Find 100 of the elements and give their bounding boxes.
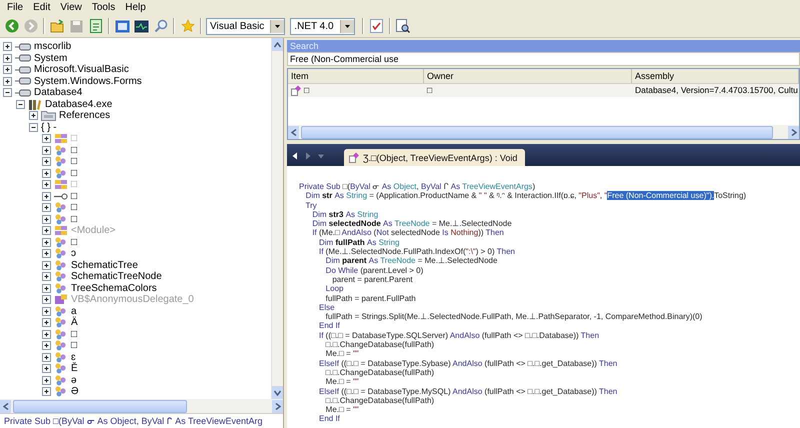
expander-icon[interactable] [29,111,38,120]
class-icon [54,260,68,271]
tree-item-label[interactable]: ɔ [71,248,76,260]
expander-icon[interactable] [42,157,51,166]
expander-icon[interactable] [3,54,12,63]
tree-item-label[interactable]: Ä [71,317,78,328]
code-line: Dim fullPath As String [318,238,400,248]
tree-item-label[interactable]: Database4 [34,87,82,98]
tree-item-label[interactable]: TreeSchemaColors [71,282,157,294]
tree-item-label[interactable]: □ [71,340,78,352]
class-icon [54,328,68,340]
expander-icon[interactable] [42,364,51,374]
code-line: □.□.ChangeDatabase(fullPath) [324,368,434,378]
expander-icon[interactable] [42,260,51,270]
code-line: If ((□.□ = DatabaseType.SQLServer) AndAlso (fullPath <> □.□.Database)) Then [318,330,600,340]
caret-icon [340,20,354,32]
expander-icon[interactable] [29,122,38,132]
vertical-scrollbar[interactable] [271,38,283,399]
class-icon [54,202,68,214]
dropdown[interactable]: .NET 4.0 [290,18,355,34]
books-icon [28,98,42,110]
tree-item-label[interactable]: □ [71,202,78,214]
column-header[interactable]: Assembly [632,69,799,84]
component-icon [15,88,31,97]
expander-icon[interactable] [3,88,12,98]
tree-item-label[interactable]: ə [71,374,77,386]
toolbar-button[interactable] [368,17,385,35]
tree-item-label[interactable]: □ [71,236,78,248]
tree-item-label[interactable]: SchematicTree [71,260,138,271]
menu-item[interactable]: View [55,2,87,13]
scroll-right-icon[interactable] [790,128,796,136]
delegate-icon [54,294,68,306]
tree-item-label[interactable]: □ [71,214,78,225]
expander-icon[interactable] [42,330,51,339]
tree-item-label[interactable]: References [59,110,110,122]
tree-item-label[interactable]: Microsoft.VisualBasic [34,64,129,76]
expander-icon[interactable] [42,146,51,155]
expander-icon[interactable] [42,341,51,350]
expander-icon[interactable] [16,100,25,109]
forward-arrow-icon [304,152,312,160]
menu-item[interactable]: Edit [28,2,56,13]
scroll-left-icon[interactable] [2,402,8,410]
tree-item-label[interactable]: □ [71,328,78,340]
expander-icon[interactable] [42,168,51,178]
tree-item-label[interactable]: □ [71,156,78,168]
component-icon [15,77,31,86]
expander-icon[interactable] [3,76,12,86]
expander-icon[interactable] [3,65,12,74]
tree-item-label[interactable]: SchematicTreeNode [71,271,162,282]
code-line: parent = parent.Parent [331,274,414,284]
code-line: □.□.ChangeDatabase(fullPath) [324,340,436,350]
expander-icon[interactable] [42,295,51,304]
expander-icon[interactable] [42,134,51,144]
scroll-up-icon[interactable] [274,42,281,48]
expander-icon[interactable] [42,203,51,212]
tree-item-label[interactable]: Ə [71,386,79,398]
toolbar-button[interactable] [394,17,412,35]
menu-item[interactable]: Tools [86,2,120,13]
expander-icon[interactable] [42,306,51,316]
menu-item[interactable]: File [2,2,28,13]
search-field[interactable]: Free (Non-Commercial use [287,52,800,66]
tree-item-label[interactable]: □ [71,144,78,156]
scroll-down-icon[interactable] [274,390,281,396]
tree-item-label[interactable]: { } - [41,122,57,133]
expander-icon[interactable] [42,192,51,201]
class-icon [54,168,68,179]
code-line: □.□.ChangeDatabase(fullPath) [324,396,434,406]
tree-item-label[interactable]: Ě [71,363,78,374]
column-header[interactable]: Owner [424,69,632,84]
expander-icon[interactable] [42,284,51,293]
tree-item-label[interactable]: □ [71,168,78,179]
menu-item[interactable]: Help [120,2,151,13]
expander-icon[interactable] [42,214,51,224]
tree-item-label[interactable]: □ [71,190,78,202]
expander-icon[interactable] [42,249,51,258]
horizontal-scrollbar[interactable] [288,125,799,139]
tree-item-label[interactable]: System.Windows.Forms [34,76,142,87]
scroll-left-icon[interactable] [290,128,296,136]
expander-icon[interactable] [42,180,51,190]
tree-item-label[interactable]: System [34,52,68,64]
tree-item-label[interactable]: ɛ [71,352,76,363]
expander-icon[interactable] [42,226,51,236]
code-line: Dim parent As TreeNode = Me.⊥.SelectedNode [324,256,498,266]
expander-icon[interactable] [42,352,51,362]
tree-item-label[interactable]: mscorlib [34,41,72,52]
tree-item-label[interactable]: a [71,306,77,317]
expander-icon[interactable] [3,42,12,52]
code-line: Private Sub □(ByVal ᓂ As Object, ByVal ᒋ As TreeViewEventArgs) [299,182,536,192]
dropdown[interactable]: Visual Basic [206,18,286,34]
expander-icon[interactable] [42,238,51,247]
column-header[interactable]: Item [288,69,424,84]
horizontal-scrollbar[interactable] [0,399,283,413]
expander-icon[interactable] [42,272,51,282]
code-line: Me.□ = "" [324,405,360,414]
editor-tab[interactable]: Ʒ.□(Object, TreeViewEventArgs) : Void [344,149,526,166]
expander-icon[interactable] [42,318,51,328]
scroll-right-icon[interactable] [274,402,280,410]
expander-icon[interactable] [42,376,51,385]
tree-item-label[interactable]: Database4.exe [45,98,112,110]
expander-icon[interactable] [42,387,51,396]
